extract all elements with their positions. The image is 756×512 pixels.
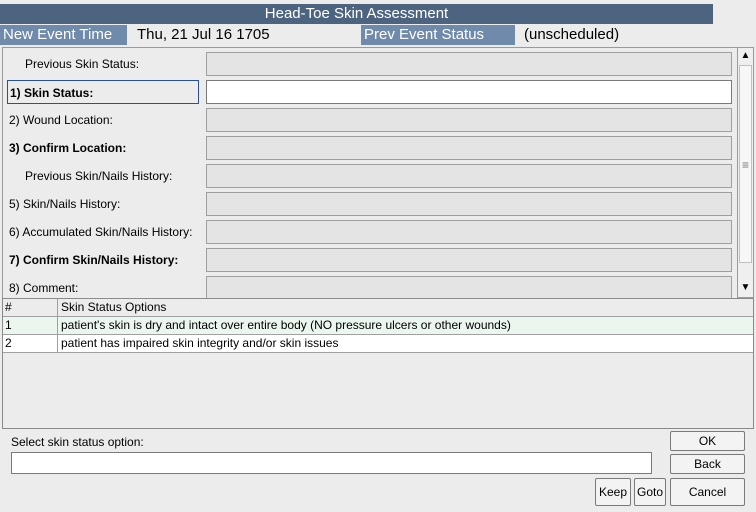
form-row-skin-nails-history: 5) Skin/Nails History: [3,188,738,216]
wound-location-field[interactable] [206,108,732,132]
confirm-skin-nails-history-field[interactable] [206,248,732,272]
column-header-options: Skin Status Options [61,300,167,314]
prev-event-status-value: (unscheduled) [524,26,620,43]
skin-status-field[interactable] [206,80,732,104]
new-event-time-value: Thu, 21 Jul 16 1705 [137,26,270,43]
confirm-location-field[interactable] [206,136,732,160]
form-scrollbar[interactable]: ▲ ≡ ▼ [737,47,754,298]
form-row-confirm-location: 3) Confirm Location: [3,132,738,160]
option-number: 1 [3,317,58,334]
previous-skin-status-field[interactable] [206,52,732,76]
field-label: Previous Skin/Nails History: [25,169,173,183]
scroll-down-icon[interactable]: ▼ [738,280,753,296]
option-text: patient has impaired skin integrity and/… [61,336,339,350]
column-header-number: # [3,299,58,316]
option-text: patient's skin is dry and intact over en… [61,318,511,332]
field-label[interactable]: 7) Confirm Skin/Nails History: [7,248,199,272]
form-row-confirm-skin-nails-history: 7) Confirm Skin/Nails History: [3,244,738,272]
scroll-thumb-grip-icon[interactable]: ≡ [739,65,752,263]
field-label: Previous Skin Status: [25,57,140,71]
form-row-accumulated-skin-nails-history: 6) Accumulated Skin/Nails History: [3,216,738,244]
scroll-up-icon[interactable]: ▲ [738,48,753,64]
option-input[interactable] [11,452,652,474]
form-row-skin-status: 1) Skin Status: [3,76,738,104]
form-row-previous-skin-nails-history: Previous Skin/Nails History: [3,160,738,188]
skin-nails-history-field[interactable] [206,192,732,216]
selection-prompt: Select skin status option: [11,435,144,449]
previous-skin-nails-history-field[interactable] [206,164,732,188]
assessment-form: Previous Skin Status: 1) Skin Status: 2)… [2,47,738,298]
form-row-comment: 8) Comment: [3,272,738,298]
option-number: 2 [3,335,58,352]
comment-field[interactable] [206,276,732,298]
table-row[interactable]: 1 patient's skin is dry and intact over … [3,317,753,335]
new-event-time-label: New Event Time [0,25,127,45]
field-label[interactable]: 8) Comment: [7,276,199,298]
field-label[interactable]: 6) Accumulated Skin/Nails History: [7,220,199,244]
form-row-previous-skin-status: Previous Skin Status: [3,48,738,76]
skin-status-options-table: # Skin Status Options 1 patient's skin i… [2,298,754,429]
field-label[interactable]: 2) Wound Location: [7,108,199,132]
goto-button[interactable]: Goto [634,478,666,506]
table-row[interactable]: 2 patient has impaired skin integrity an… [3,335,753,353]
field-label[interactable]: 3) Confirm Location: [7,136,199,160]
back-button[interactable]: Back [670,454,745,474]
keep-button[interactable]: Keep [595,478,631,506]
field-label[interactable]: 1) Skin Status: [7,80,199,104]
ok-button[interactable]: OK [670,431,745,451]
prev-event-status-label: Prev Event Status [361,25,515,45]
window-title: Head-Toe Skin Assessment [0,4,713,24]
answer-panel: Select skin status option: OK Back Keep … [2,429,754,512]
cancel-button[interactable]: Cancel [670,478,745,506]
form-row-wound-location: 2) Wound Location: [3,104,738,132]
field-label[interactable]: 5) Skin/Nails History: [7,192,199,216]
table-header: # Skin Status Options [3,299,753,317]
accumulated-skin-nails-history-field[interactable] [206,220,732,244]
